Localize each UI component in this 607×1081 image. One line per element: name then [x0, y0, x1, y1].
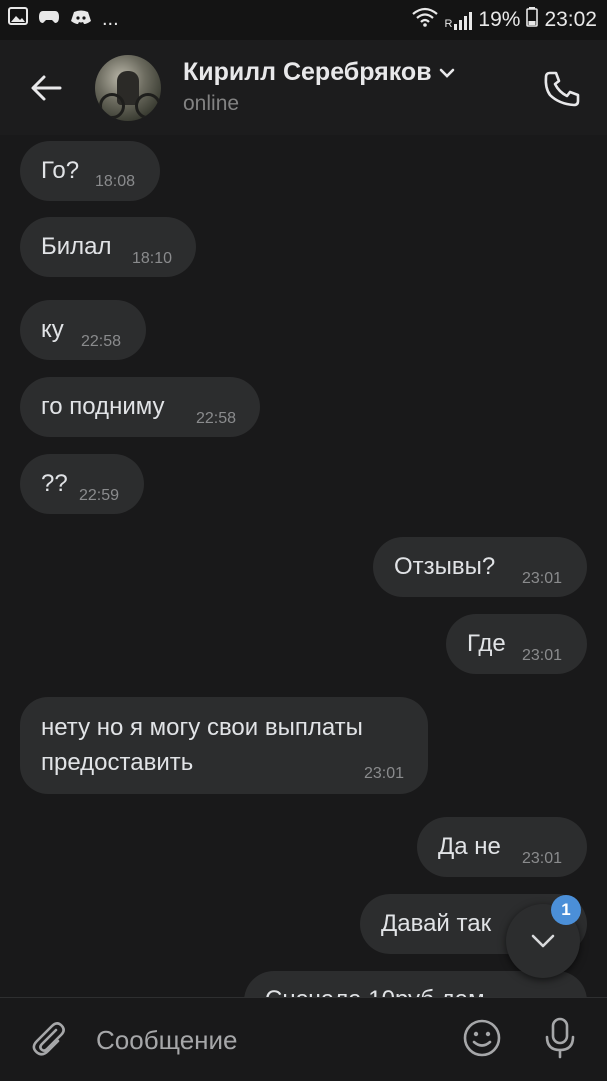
message-text: Где: [467, 630, 506, 657]
message-time: 22:59: [79, 487, 120, 504]
avatar[interactable]: [95, 55, 161, 121]
attach-button[interactable]: [28, 1018, 68, 1058]
battery-percent: 19%: [478, 8, 521, 31]
phone-icon: [544, 71, 580, 107]
roaming-label: R: [444, 18, 453, 30]
microphone-icon: [545, 1017, 575, 1059]
message-text-line: предоставить: [41, 749, 194, 776]
back-arrow-icon: [31, 75, 62, 101]
clock: 23:02: [544, 8, 597, 31]
message-bubble-in[interactable]: ку 22:58: [20, 300, 146, 360]
contact-status: online: [183, 92, 240, 115]
message-bubble-out[interactable]: Где 23:01: [446, 614, 587, 674]
wifi-icon: [412, 7, 439, 33]
message-text: Сначала 10руб дам: [265, 986, 485, 997]
voice-message-button[interactable]: [540, 1016, 580, 1060]
message-bubble-in[interactable]: Билал 18:10: [20, 217, 196, 277]
message-composer: [0, 997, 607, 1081]
message-time: 22:58: [196, 410, 237, 427]
message-input[interactable]: [96, 1020, 436, 1060]
message-time: 18:10: [132, 250, 173, 267]
message-text: ??: [41, 470, 68, 497]
message-text: го подниму: [41, 393, 165, 420]
back-button[interactable]: [26, 68, 66, 108]
message-text: Билал: [41, 233, 112, 260]
smiley-icon: [463, 1019, 501, 1057]
message-bubble-in[interactable]: Го? 18:08: [20, 141, 160, 201]
message-bubble-out[interactable]: Да не 23:01: [417, 817, 587, 877]
battery-icon: [526, 7, 539, 33]
contact-name[interactable]: Кирилл Серебряков: [183, 58, 456, 87]
message-bubble-in[interactable]: нету но я могу свои выплаты предоставить…: [20, 697, 428, 794]
status-bar: ... R 19% 23:02: [0, 0, 607, 40]
message-bubble-in[interactable]: ?? 22:59: [20, 454, 144, 514]
unread-count-badge: 1: [551, 895, 581, 925]
discord-icon: [70, 7, 92, 31]
message-bubble-out[interactable]: Отзывы? 23:01: [373, 537, 587, 597]
message-time: 18:08: [95, 173, 136, 190]
signal-icon: R: [444, 10, 473, 30]
gallery-icon: [8, 7, 28, 31]
emoji-button[interactable]: [462, 1018, 502, 1058]
more-notifications: ...: [102, 7, 119, 30]
message-text: ку: [41, 316, 64, 343]
paperclip-icon: [32, 1022, 65, 1056]
contact-name-label: Кирилл Серебряков: [183, 58, 432, 86]
message-text: Отзывы?: [394, 553, 496, 580]
message-text: Го?: [41, 157, 80, 184]
message-time: 23:01: [522, 647, 563, 664]
message-time: 23:01: [364, 765, 405, 782]
message-bubble-in[interactable]: го подниму 22:58: [20, 377, 260, 437]
chevron-down-icon: [439, 68, 454, 78]
gamepad-icon: [38, 7, 60, 31]
message-text: Давай так: [381, 910, 492, 937]
chat-header: Кирилл Серебряков online: [0, 40, 607, 135]
chevron-down-icon: [531, 934, 555, 948]
message-list[interactable]: Го? 18:08 Билал 18:10 ку 22:58 го подним…: [0, 135, 607, 997]
message-time: 23:01: [522, 570, 563, 587]
message-text-line: нету но я могу свои выплаты: [41, 714, 363, 741]
message-time: 22:58: [81, 333, 122, 350]
call-button[interactable]: [541, 68, 583, 110]
message-text: Да не: [438, 833, 501, 860]
message-time: 23:01: [522, 850, 563, 867]
